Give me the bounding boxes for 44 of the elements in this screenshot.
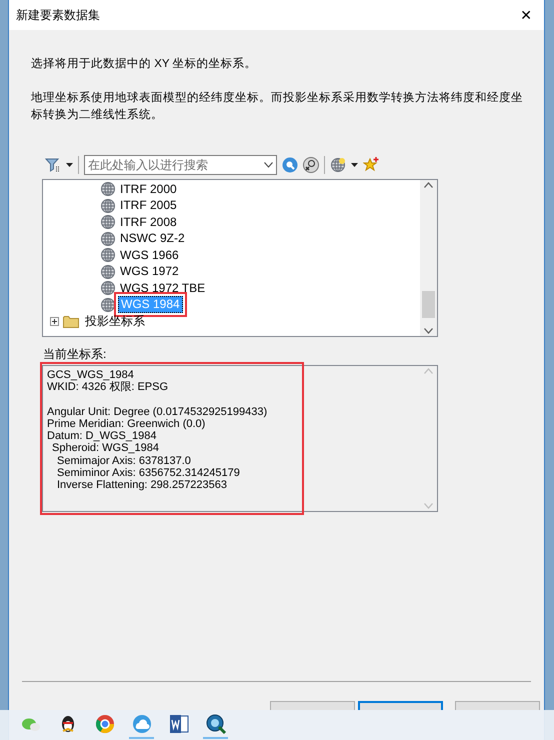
clear-search-icon[interactable] bbox=[303, 157, 319, 173]
dialog-button[interactable] bbox=[358, 701, 443, 710]
detail-line: WKID: 4326 权限: EPSG bbox=[47, 381, 168, 394]
filter-icon[interactable] bbox=[45, 157, 61, 173]
detail-line: Inverse Flattening: 298.257223563 bbox=[56, 479, 228, 492]
tree-item[interactable]: NSWC 9Z-2 bbox=[118, 231, 187, 246]
section-label: 当前坐标系: bbox=[43, 346, 108, 363]
globe-icon[interactable] bbox=[330, 157, 346, 173]
detail-line: Angular Unit: Degree (0.0174532925199433) bbox=[47, 406, 268, 418]
globe-icon bbox=[101, 182, 115, 196]
detail-line: Datum: D_WGS_1984 bbox=[47, 430, 156, 442]
globe-icon bbox=[101, 264, 115, 279]
close-button[interactable]: ✕ bbox=[516, 4, 536, 26]
instruction-text: 选择将用于此数据中的 XY 坐标的坐标系。 bbox=[31, 56, 258, 72]
tree-item[interactable]: ITRF 2005 bbox=[118, 198, 179, 214]
detail-line: Semimajor Axis: 6378137.0 bbox=[56, 454, 191, 468]
window-title: 新建要素数据集 bbox=[16, 7, 100, 24]
detail-line: Prime Meridian: Greenwich (0.0) bbox=[47, 418, 206, 430]
tree-item[interactable]: 投影坐标系 bbox=[83, 314, 147, 329]
instruction-text: 地理坐标系使用地球表面模型的经纬度坐标。而投影坐标系采用数学转换方法将纬度和经度坐标转换为二维线性系统。 bbox=[31, 90, 524, 123]
caret-icon[interactable] bbox=[351, 163, 358, 167]
expand-icon[interactable] bbox=[50, 316, 59, 326]
globe-icon bbox=[101, 215, 115, 230]
scroll-thumb[interactable] bbox=[422, 291, 435, 318]
tree-item[interactable]: ITRF 2008 bbox=[118, 214, 179, 230]
detail-line: Spheroid: WGS_1984 bbox=[51, 442, 160, 455]
globe-icon bbox=[101, 298, 115, 312]
globe-icon bbox=[101, 281, 115, 296]
globe-icon bbox=[101, 248, 115, 262]
detail-line: GCS_WGS_1984 bbox=[47, 369, 134, 381]
search-field[interactable]: 在此处输入以进行搜索 bbox=[84, 155, 277, 175]
globe-icon bbox=[101, 232, 115, 246]
caret-icon[interactable] bbox=[66, 163, 73, 167]
star-add-icon[interactable] bbox=[363, 157, 379, 173]
tree-item[interactable]: WGS 1972 TBE bbox=[118, 280, 208, 296]
scrollbar[interactable] bbox=[420, 180, 437, 336]
search-icon[interactable] bbox=[282, 157, 298, 173]
chevron-icon[interactable] bbox=[264, 162, 273, 168]
detail-line: Semiminor Axis: 6356752.314245179 bbox=[56, 467, 240, 480]
folder-icon bbox=[63, 314, 79, 328]
globe-icon bbox=[101, 198, 115, 213]
tree-item[interactable]: ITRF 2000 bbox=[118, 182, 179, 197]
tree-item[interactable]: WGS 1966 bbox=[118, 248, 181, 263]
tree-item[interactable]: WGS 1972 bbox=[118, 264, 181, 280]
